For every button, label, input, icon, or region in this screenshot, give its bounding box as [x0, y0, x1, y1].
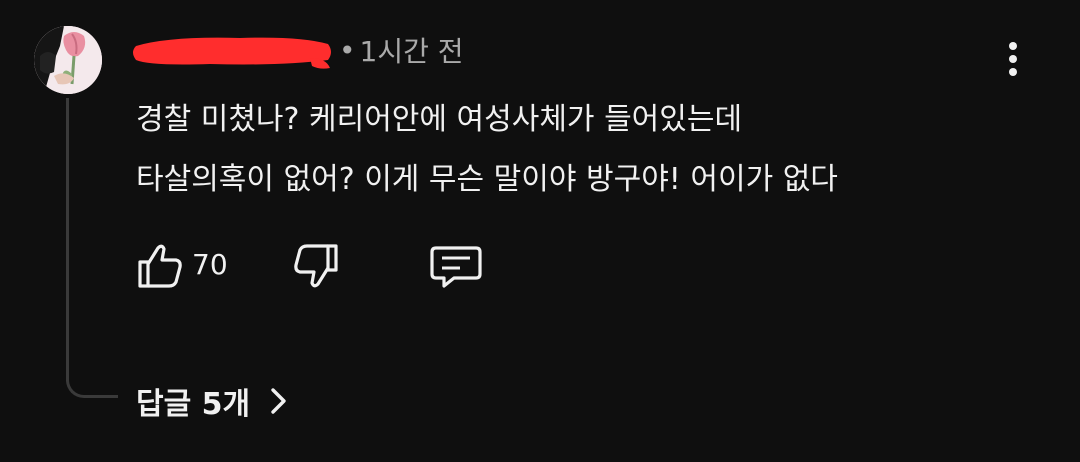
separator-dot: • — [339, 33, 356, 67]
redacted-author-name — [130, 30, 335, 70]
like-button[interactable] — [134, 240, 186, 292]
like-count: 70 — [192, 248, 228, 281]
chevron-right-icon — [271, 388, 286, 414]
view-replies-button[interactable]: 답글 5개 — [136, 374, 290, 428]
more-options-button[interactable] — [994, 38, 1032, 82]
more-vert-icon — [1009, 42, 1017, 76]
replies-count-label: 답글 5개 — [136, 387, 251, 422]
comment-timestamp: 1시간 전 — [359, 35, 464, 68]
reply-button[interactable] — [428, 240, 486, 292]
thumb-up-icon — [138, 244, 182, 288]
comment-text-line: 타살의혹이 없어? 이게 무슨 말이야 방구야! 어이가 없다 — [136, 162, 838, 197]
dislike-button[interactable] — [290, 240, 342, 292]
thread-connector-line — [66, 98, 118, 398]
comment-reply-icon — [430, 246, 482, 288]
comment-header: • 1시간 전 — [130, 28, 464, 72]
comment-text-line: 경찰 미쳤나? 케리어안에 여성사체가 들어있는데 — [136, 102, 743, 137]
tulip-avatar-icon — [34, 26, 102, 94]
thumb-down-icon — [294, 244, 338, 288]
comment-body: 경찰 미쳤나? 케리어안에 여성사체가 들어있는데 타살의혹이 없어? 이게 무… — [136, 90, 1016, 210]
avatar[interactable] — [34, 26, 102, 94]
